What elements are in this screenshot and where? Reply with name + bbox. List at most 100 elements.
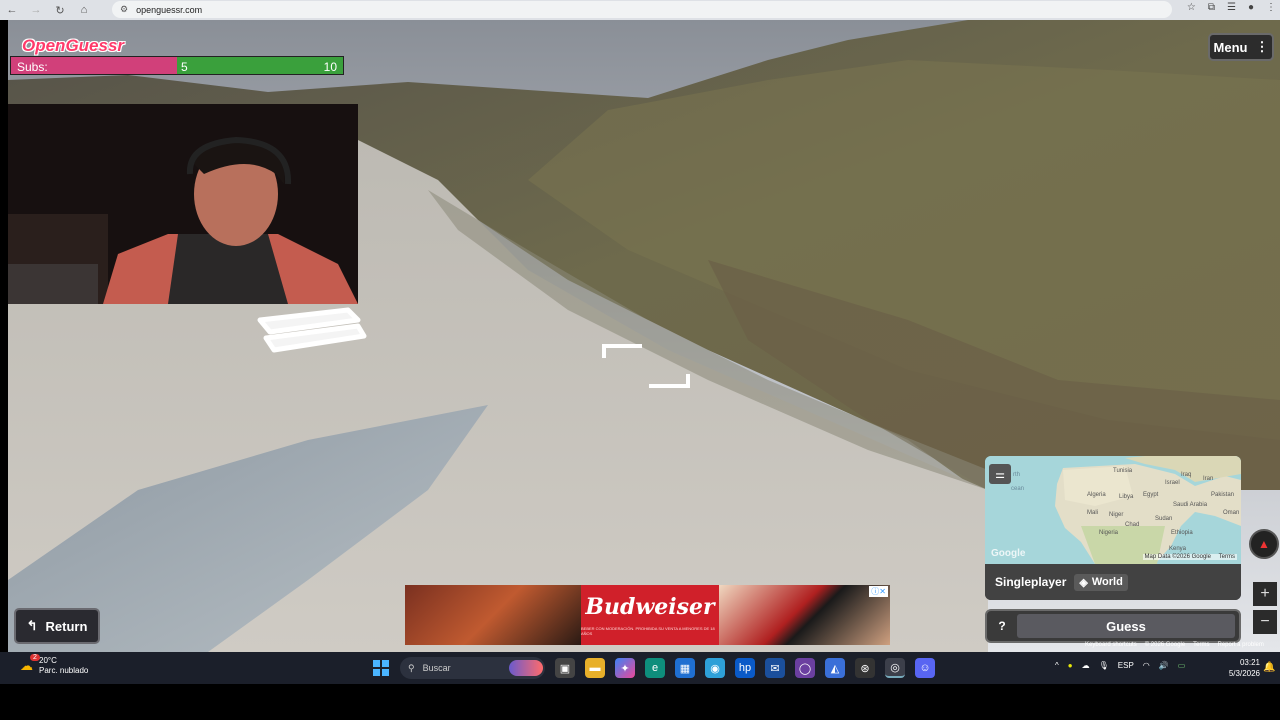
map-footer: Singleplayer ◈ World	[985, 564, 1241, 600]
site-info-icon[interactable]: ⚙	[120, 4, 128, 15]
guess-map-panel: Tunisia Algeria Libya Egypt Israel Iraq …	[985, 456, 1241, 600]
show-hidden-icon[interactable]: ^	[1055, 661, 1059, 670]
map-label: Iraq	[1181, 472, 1191, 478]
clock-time: 03:21	[1239, 658, 1260, 667]
search-highlight-icon	[509, 660, 543, 676]
clock[interactable]: 03:21 5/3/2026	[1226, 657, 1260, 679]
screen: ← → ↻ ⌂ ⚙ openguessr.com ☆ ⧉ ☰ ● ⋮ OpenG…	[0, 0, 1280, 720]
browser-toolbar: ← → ↻ ⌂ ⚙ openguessr.com ☆ ⧉ ☰ ● ⋮	[0, 0, 1280, 20]
copilot-icon[interactable]: ✦	[615, 658, 635, 678]
store-icon[interactable]: ▦	[675, 658, 695, 678]
map-label: Oman	[1223, 510, 1239, 516]
filter-icon[interactable]: ⚌	[989, 464, 1011, 484]
return-icon: ↰	[26, 618, 38, 633]
map-label: Iran	[1203, 476, 1213, 482]
clock-date: 5/3/2026	[1228, 669, 1260, 678]
profile-icon[interactable]: ●	[1248, 2, 1254, 13]
brand-logo: OpenGuessr	[22, 36, 125, 55]
discord-icon[interactable]: ☺	[915, 658, 935, 678]
extensions-icon[interactable]: ⧉	[1208, 2, 1215, 13]
mode-label: Singleplayer	[995, 575, 1067, 589]
report-problem-link[interactable]: Report a problem	[1218, 642, 1264, 648]
task-view-icon[interactable]: ▣	[555, 658, 575, 678]
map-terms-link[interactable]: Terms	[1219, 554, 1235, 560]
taskbar-search[interactable]: ⚲ Buscar	[400, 657, 545, 679]
layers-icon: ◈	[1079, 576, 1088, 589]
windows-start-icon[interactable]	[373, 660, 389, 676]
map-label: cean	[1011, 486, 1024, 492]
map-label: rth	[1013, 472, 1020, 478]
adchoices-icon[interactable]: ⓘ✕	[869, 586, 888, 597]
return-label: Return	[45, 618, 88, 634]
star-icon[interactable]: ☆	[1187, 2, 1196, 13]
address-bar[interactable]: ⚙ openguessr.com	[112, 1, 1172, 18]
wifi-icon[interactable]: ◠	[1143, 661, 1150, 670]
help-button[interactable]: ?	[987, 611, 1017, 641]
webcam-overlay	[8, 104, 358, 304]
back-icon[interactable]: ←	[0, 4, 24, 16]
guess-button[interactable]: Guess	[1017, 614, 1235, 638]
map-label: Kenya	[1169, 546, 1187, 552]
minimap[interactable]: Tunisia Algeria Libya Egypt Israel Iraq …	[985, 456, 1241, 564]
map-label: Nigeria	[1099, 530, 1119, 536]
terms-link[interactable]: Terms	[1193, 642, 1209, 648]
battery-icon[interactable]: ▭	[1178, 661, 1186, 670]
map-attribution: Map Data ©2026 Google Terms	[1142, 554, 1237, 560]
compass-icon[interactable]: ▲	[1249, 529, 1279, 559]
map-label: Sudan	[1155, 516, 1172, 522]
ad-banner[interactable]: Budweiser BEBER CON MODERACIÓN. PROHIBID…	[405, 585, 890, 645]
streetview-footer: Keyboard shortcuts © 2026 Google Terms R…	[1085, 642, 1264, 648]
keyboard-shortcuts-link[interactable]: Keyboard shortcuts	[1085, 642, 1137, 648]
hp-icon[interactable]: hp	[735, 658, 755, 678]
forward-icon[interactable]: →	[24, 4, 48, 16]
region-label: World	[1091, 576, 1123, 588]
url-text: openguessr.com	[136, 4, 203, 15]
file-explorer-icon[interactable]: ▬	[585, 658, 605, 678]
chrome-alt-icon[interactable]: ◉	[705, 658, 725, 678]
reading-list-icon[interactable]: ☰	[1227, 2, 1236, 13]
tray-app-icon[interactable]: ●	[1068, 661, 1073, 670]
map-label: Israel	[1165, 480, 1180, 486]
edge-icon[interactable]: e	[645, 658, 665, 678]
reload-icon[interactable]: ↻	[48, 4, 72, 17]
language-indicator[interactable]: ESP	[1118, 661, 1134, 670]
zoom-in-button[interactable]: +	[1253, 582, 1277, 606]
map-label: Chad	[1125, 522, 1139, 528]
steam-icon[interactable]: ⊛	[855, 658, 875, 678]
tray-cloud-icon[interactable]: ☁	[1082, 661, 1090, 670]
more-icon[interactable]: ⋮	[1266, 2, 1276, 13]
app-icon[interactable]: ◯	[795, 658, 815, 678]
weather-widget[interactable]: ☁ 2 20°C Parc. nublado	[20, 654, 88, 676]
volume-icon[interactable]: 🔊	[1159, 661, 1169, 670]
zoom-out-button[interactable]: −	[1253, 610, 1277, 634]
map-label: Niger	[1109, 512, 1123, 518]
ad-fine-print: BEBER CON MODERACIÓN. PROHIBIDA SU VENTA…	[581, 626, 715, 636]
mic-icon[interactable]: 🎙	[1099, 661, 1109, 670]
home-icon[interactable]: ⌂	[72, 4, 96, 16]
search-icon: ⚲	[408, 662, 415, 673]
menu-label: Menu	[1213, 39, 1248, 55]
search-placeholder: Buscar	[422, 663, 451, 673]
subs-max: 10	[323, 60, 337, 74]
weather-badge: 2	[30, 654, 40, 661]
more-vertical-icon: ⋮	[1255, 39, 1269, 54]
map-label: Algeria	[1087, 492, 1106, 498]
photos-icon[interactable]: ◭	[825, 658, 845, 678]
chrome-icon[interactable]: ◎	[885, 658, 905, 678]
guess-bar: ? Guess	[985, 609, 1241, 643]
copyright-text: © 2026 Google	[1144, 642, 1186, 648]
notification-icon[interactable]: 🔔	[1263, 662, 1275, 673]
map-label: Libya	[1119, 494, 1134, 500]
map-label: Saudi Arabia	[1173, 502, 1208, 508]
mail-icon[interactable]: ✉	[765, 658, 785, 678]
ad-photo-right	[719, 585, 890, 645]
menu-button[interactable]: Menu ⋮	[1208, 33, 1274, 61]
subs-label: Subs:	[17, 60, 48, 74]
windows-taskbar: ☁ 2 20°C Parc. nublado ⚲ Buscar ▣ ▬ ✦ e …	[0, 652, 1280, 684]
region-badge: ◈ World	[1074, 573, 1128, 591]
return-button[interactable]: ↰ Return	[14, 608, 100, 644]
map-label: Egypt	[1143, 492, 1159, 498]
map-data-text: Map Data ©2026 Google	[1144, 554, 1211, 560]
map-label: Tunisia	[1113, 468, 1133, 474]
google-logo: Google	[991, 548, 1026, 559]
